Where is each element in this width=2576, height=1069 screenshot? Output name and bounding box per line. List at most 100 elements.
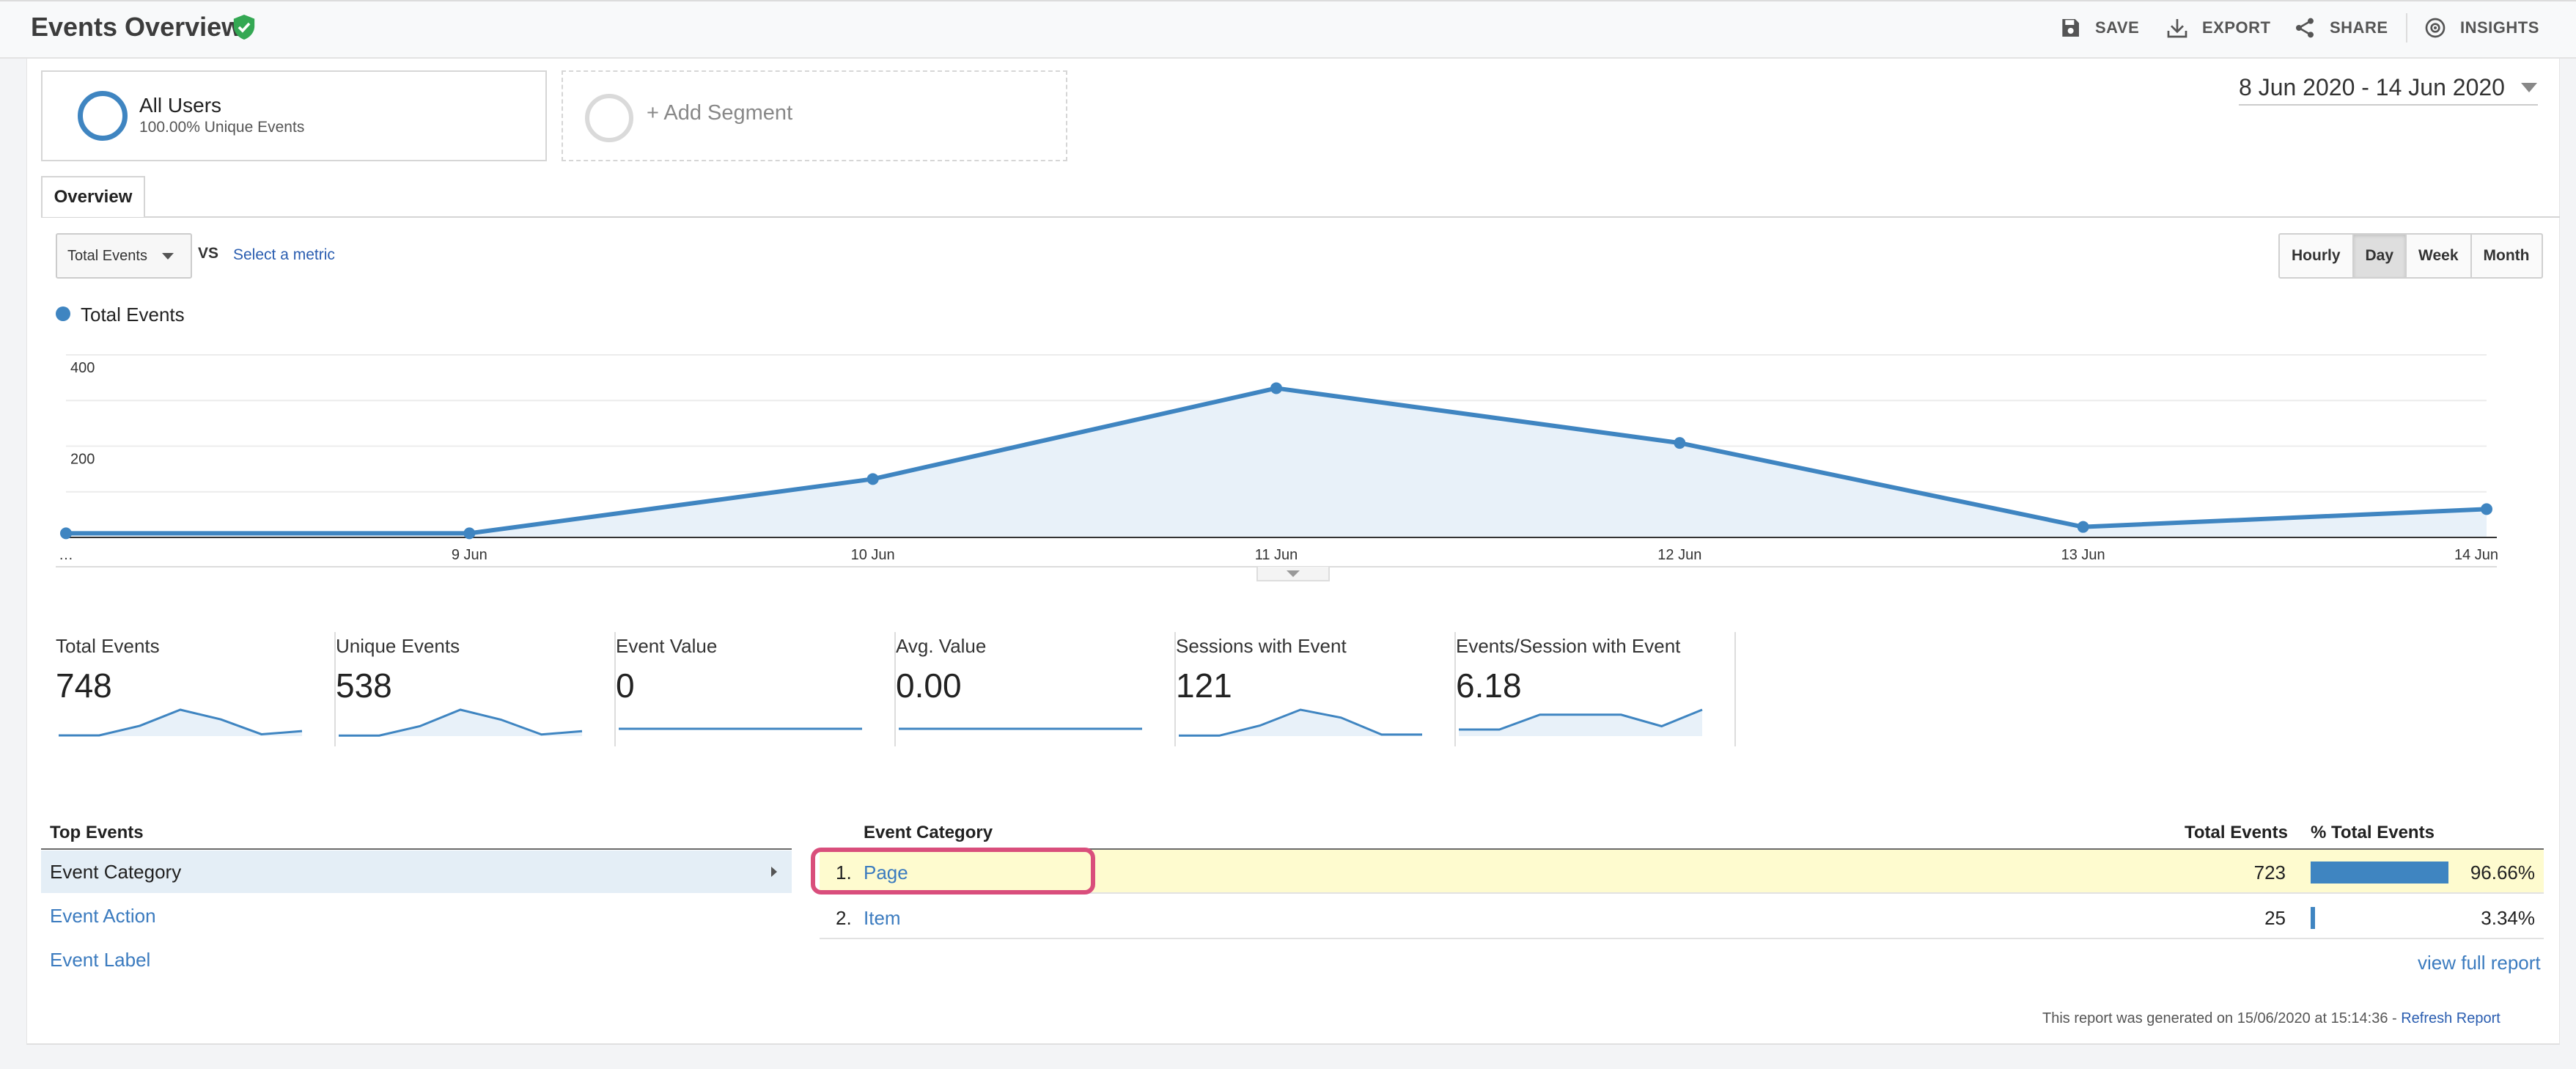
download-icon [2167,19,2187,38]
scorecard-value: 121 [1176,666,1232,705]
share-button[interactable]: SHARE [2293,13,2388,43]
row-number: 2. [836,907,852,929]
tab-overview[interactable]: Overview [41,176,145,217]
x-tick-label: 12 Jun [1657,547,1701,563]
share-label: SHARE [2330,18,2388,37]
chevron-down-icon [1287,570,1300,577]
scorecard-total-events[interactable]: Total Events 748 [56,632,336,746]
segment-name: All Users [139,94,222,117]
chevron-right-icon [771,867,777,877]
scorecard-value: 0 [616,666,635,705]
empty-segment-circle-icon [585,94,633,142]
segment-subtitle: 100.00% Unique Events [139,119,305,136]
sparkline [59,708,303,737]
scorecard-label: Event Value [616,635,718,657]
chart-collapse-handle[interactable] [1256,567,1330,581]
data-point[interactable] [1270,382,1282,394]
sparkline-area [1179,710,1422,736]
scorecard-events-per-session[interactable]: Events/Session with Event 6.18 [1456,632,1736,746]
insights-button[interactable]: INSIGHTS [2424,13,2539,43]
scorecard-event-value[interactable]: Event Value 0 [616,632,896,746]
sparkline [1459,708,1703,736]
select-metric-link[interactable]: Select a metric [233,246,335,264]
data-point[interactable] [2481,503,2492,515]
view-full-report-link[interactable]: view full report [2418,952,2541,974]
column-header-event-category: Event Category [864,823,993,842]
x-tick-label: 14 Jun [2454,547,2498,563]
metric-dropdown[interactable]: Total Events [56,233,192,279]
top-events-divider [41,848,792,850]
sparkline [619,727,862,730]
top-events-item-event-action[interactable]: Event Action [41,894,792,937]
granularity-hourly-button[interactable]: Hourly [2280,235,2354,277]
metric-dropdown-value: Total Events [67,247,147,264]
data-point[interactable] [463,527,476,540]
x-tick-label: 10 Jun [851,547,895,563]
data-point[interactable] [60,527,72,540]
report-generated-note: This report was generated on 15/06/2020 … [2042,1010,2500,1027]
row-total-events: 25 [2264,907,2286,929]
date-range-picker[interactable]: 8 Jun 2020 - 14 Jun 2020 [2239,70,2538,106]
top-events-title: Top Events [50,823,144,842]
sparkline-area [339,710,582,736]
verified-shield-icon [233,15,255,40]
scorecard-avg-value[interactable]: Avg. Value 0.00 [896,632,1176,746]
export-button[interactable]: EXPORT [2165,13,2270,43]
scorecard-value: 6.18 [1456,666,1522,705]
chevron-down-icon [161,252,174,260]
chevron-down-icon [2520,82,2537,92]
header-divider [2406,13,2407,43]
table-row: 2. Item 25 3.34% [820,895,2544,939]
row-share-bar [2311,907,2315,929]
legend-label: Total Events [81,304,185,326]
data-point[interactable] [866,473,879,485]
row-category-link[interactable]: Item [864,907,901,930]
data-point[interactable] [2077,521,2089,533]
granularity-day-button[interactable]: Day [2353,235,2407,277]
segment-all-users[interactable]: All Users 100.00% Unique Events [41,70,547,161]
insights-icon [2425,18,2446,38]
column-header-pct-total-events: % Total Events [2311,823,2435,842]
y-tick-label: 200 [70,452,95,468]
add-segment-button[interactable]: + Add Segment [562,70,1067,161]
x-tick-label: 13 Jun [2061,547,2105,563]
scorecard-label: Total Events [56,635,160,657]
row-pct-total: 3.34% [2481,907,2535,929]
sparkline [899,727,1142,730]
save-label: SAVE [2095,18,2140,37]
x-tick-label: … [59,547,73,563]
series-area [66,388,2487,537]
y-tick-label: 400 [70,360,95,376]
insights-label: INSIGHTS [2460,18,2539,37]
date-range-label: 8 Jun 2020 - 14 Jun 2020 [2239,73,2505,100]
scorecard-label: Sessions with Event [1176,635,1347,657]
row-total-events: 723 [2253,862,2286,884]
scorecard-sessions-with-event[interactable]: Sessions with Event 121 [1176,632,1456,746]
top-events-item-event-label[interactable]: Event Label [41,938,792,981]
annotation-highlight-box [811,848,1095,894]
report-generated-text: This report was generated on 15/06/2020 … [2042,1010,2402,1026]
add-segment-label: + Add Segment [647,101,793,125]
x-tick-label: 11 Jun [1255,547,1298,563]
refresh-report-link[interactable]: Refresh Report [2401,1010,2500,1026]
scorecard-value: 538 [336,666,392,705]
save-button[interactable]: SAVE [2058,13,2139,43]
export-label: EXPORT [2202,18,2271,37]
granularity-week-button[interactable]: Week [2407,235,2472,277]
top-events-item-event-category[interactable]: Event Category [41,851,792,893]
sparkline [339,708,583,737]
granularity-month-button[interactable]: Month [2472,235,2542,277]
row-pct-total: 96.66% [2470,862,2535,884]
scorecard-unique-events[interactable]: Unique Events 538 [336,632,616,746]
column-header-total-events[interactable]: Total Events [2185,823,2288,843]
tab-divider [41,216,2560,218]
scorecard-label: Events/Session with Event [1456,635,1681,657]
scorecard-label: Unique Events [336,635,460,657]
events-line-chart: 400 200 … 9 Jun 10 Jun 11 Jun 12 Jun 13 Jun 14 J… [56,354,2498,567]
sparkline [1179,708,1422,737]
granularity-toggle: Hourly Day Week Month [2278,233,2543,279]
x-tick-label: 9 Jun [452,547,487,563]
data-point[interactable] [1674,437,1686,449]
scorecard-value: 0.00 [896,666,962,705]
vs-label: VS [198,245,219,262]
